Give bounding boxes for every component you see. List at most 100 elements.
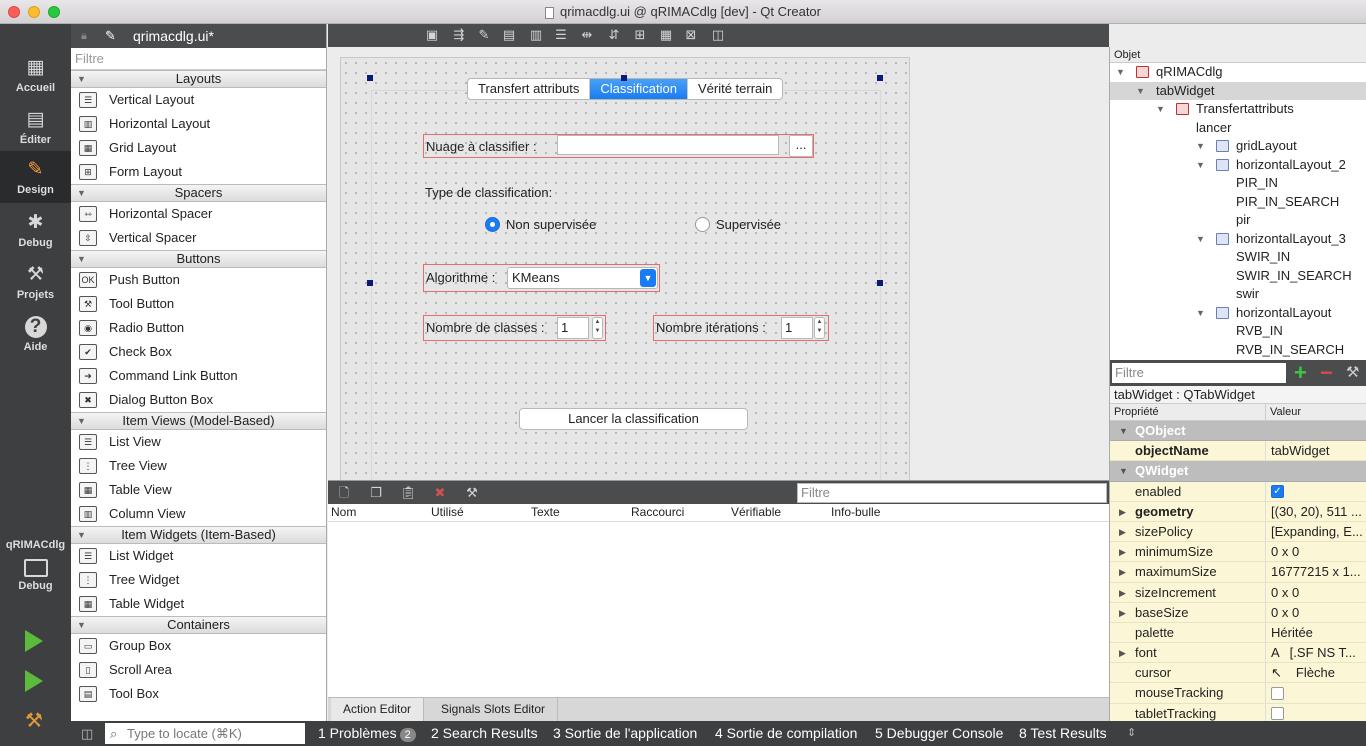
- widget-item[interactable]: ⋮ Tree Widget: [71, 568, 326, 592]
- layout-grid-icon[interactable]: ▦: [658, 27, 674, 43]
- selection-handle[interactable]: [367, 75, 373, 81]
- expand-icon[interactable]: ▼: [1196, 304, 1205, 323]
- edit-tab-order-icon[interactable]: ▤: [501, 27, 517, 43]
- widget-item[interactable]: ⚒ Tool Button: [71, 292, 326, 316]
- browse-button[interactable]: ...: [789, 135, 813, 157]
- object-tree-item[interactable]: RVB_IN_SEARCH: [1110, 341, 1366, 360]
- expand-icon[interactable]: ▼: [1196, 230, 1205, 249]
- tab-action-editor[interactable]: Action Editor: [331, 698, 425, 721]
- widget-item[interactable]: ▦ Table View: [71, 478, 326, 502]
- widget-category[interactable]: ▼ Spacers: [71, 184, 326, 202]
- mode-accueil[interactable]: ▦ Accueil: [0, 49, 71, 101]
- tab-classification[interactable]: Classification: [590, 79, 688, 99]
- property-value[interactable]: 0 x 0: [1265, 542, 1366, 563]
- expand-icon[interactable]: ▼: [1116, 63, 1125, 82]
- property-value[interactable]: A [.SF NS T...: [1265, 643, 1366, 664]
- property-value[interactable]: [1265, 703, 1366, 721]
- widget-item[interactable]: ✔ Check Box: [71, 340, 326, 364]
- break-layout-icon[interactable]: ⊠: [683, 27, 699, 43]
- property-value[interactable]: [1265, 683, 1366, 704]
- expand-icon[interactable]: ▼: [1136, 82, 1145, 101]
- adjust-size-icon[interactable]: ◫: [710, 27, 726, 43]
- col-texte[interactable]: Texte: [531, 504, 560, 521]
- property-row[interactable]: palette Héritée: [1110, 622, 1366, 644]
- pane-compile-output[interactable]: 4 Sortie de compilation: [715, 721, 857, 746]
- widget-item[interactable]: ▥ Horizontal Layout: [71, 112, 326, 136]
- expand-icon[interactable]: ▶: [1119, 502, 1126, 522]
- form-window[interactable]: Transfert attributs Classification Vérit…: [340, 57, 910, 480]
- widget-item[interactable]: ☰ List Widget: [71, 544, 326, 568]
- radio-supervisee[interactable]: [695, 217, 710, 232]
- widget-item[interactable]: OK Push Button: [71, 268, 326, 292]
- widget-item[interactable]: ⇿ Horizontal Spacer: [71, 202, 326, 226]
- property-row[interactable]: tabletTracking: [1110, 703, 1366, 721]
- paste-icon[interactable]: 📋︎: [400, 485, 417, 501]
- delete-icon[interactable]: ✖: [432, 485, 448, 501]
- hammer-icon[interactable]: ⚒: [22, 708, 46, 732]
- widget-item[interactable]: ⋮ Tree View: [71, 454, 326, 478]
- property-group[interactable]: ▼ QObject: [1110, 421, 1366, 442]
- expand-icon[interactable]: ▶: [1119, 603, 1126, 623]
- action-filter-input[interactable]: Filtre: [797, 483, 1107, 503]
- nuage-input[interactable]: [557, 135, 779, 155]
- col-propriete[interactable]: Propriété: [1114, 404, 1159, 421]
- tab-transfert-attributs[interactable]: Transfert attributs: [468, 79, 591, 99]
- mode-projets[interactable]: ⚒ Projets: [0, 256, 71, 308]
- configure-icon[interactable]: ⚒: [1346, 360, 1359, 386]
- pane-problems[interactable]: 1 Problèmes 2: [318, 721, 416, 746]
- object-tree-item[interactable]: swir: [1110, 285, 1366, 304]
- edit-buddies-icon[interactable]: ✎: [476, 27, 492, 43]
- radio-non-supervisee-label[interactable]: Non supervisée: [506, 217, 596, 232]
- classes-spinbox[interactable]: 1: [557, 317, 589, 339]
- object-tree-item[interactable]: ▼ horizontalLayout_3: [1110, 230, 1366, 249]
- locator-input[interactable]: ⌕ Type to locate (⌘K): [105, 723, 305, 744]
- pane-test-results[interactable]: 8 Test Results: [1019, 721, 1107, 746]
- widget-item[interactable]: ⊞ Form Layout: [71, 160, 326, 184]
- widget-item[interactable]: ☰ Vertical Layout: [71, 88, 326, 112]
- widget-item[interactable]: ➔ Command Link Button: [71, 364, 326, 388]
- expand-icon[interactable]: ▶: [1119, 522, 1126, 542]
- property-value[interactable]: 0 x 0: [1265, 602, 1366, 623]
- property-row[interactable]: cursor ↖ Flèche: [1110, 663, 1366, 684]
- classes-stepper[interactable]: ▲ ▼: [592, 317, 603, 339]
- widget-item[interactable]: ▦ Grid Layout: [71, 136, 326, 160]
- property-row[interactable]: ▶ minimumSize 0 x 0: [1110, 542, 1366, 563]
- edit-widgets-icon[interactable]: ▣: [424, 27, 440, 43]
- layout-splitter-v-icon[interactable]: ⇵: [606, 27, 622, 43]
- remove-property-icon[interactable]: −: [1320, 360, 1333, 386]
- layout-horizontal-icon[interactable]: ▥: [528, 27, 544, 43]
- mode-design[interactable]: ✎ Design: [0, 151, 71, 203]
- widget-category[interactable]: ▼ Item Widgets (Item-Based): [71, 526, 326, 544]
- run-icon[interactable]: [25, 630, 43, 652]
- expand-icon[interactable]: ▶: [1119, 643, 1126, 663]
- selection-handle[interactable]: [877, 75, 883, 81]
- layout-vertical-icon[interactable]: ☰: [553, 27, 569, 43]
- object-tree-item[interactable]: ▼ gridLayout: [1110, 137, 1366, 156]
- pane-search-results[interactable]: 2 Search Results: [431, 721, 538, 746]
- property-value[interactable]: [Expanding, E...: [1265, 521, 1366, 542]
- property-value[interactable]: ↖ Flèche: [1265, 663, 1366, 684]
- property-row[interactable]: objectName tabWidget: [1110, 441, 1366, 462]
- edit-signals-icon[interactable]: ⇶: [451, 27, 467, 43]
- col-nom[interactable]: Nom: [331, 504, 356, 521]
- object-tree-item[interactable]: SWIR_IN: [1110, 248, 1366, 267]
- selection-handle[interactable]: [367, 280, 373, 286]
- property-value[interactable]: [(30, 20), 511 ...: [1265, 501, 1366, 522]
- object-tree-item[interactable]: ▼ horizontalLayout_2: [1110, 156, 1366, 175]
- radio-supervisee-label[interactable]: Supervisée: [716, 217, 781, 232]
- object-tree-item[interactable]: ▼ Transfertattributs: [1110, 100, 1366, 119]
- mode-aide[interactable]: ? Aide: [0, 308, 71, 360]
- algo-combo[interactable]: KMeans ▼: [507, 267, 658, 289]
- object-tree-item[interactable]: PIR_IN: [1110, 174, 1366, 193]
- property-value[interactable]: Héritée: [1265, 622, 1366, 643]
- object-tree-item[interactable]: PIR_IN_SEARCH: [1110, 193, 1366, 212]
- new-action-icon[interactable]: 🗋︎: [336, 485, 352, 501]
- run-classification-button[interactable]: Lancer la classification: [519, 408, 748, 430]
- object-tree-item[interactable]: ▼ tabWidget: [1110, 81, 1366, 101]
- iter-stepper[interactable]: ▲ ▼: [814, 317, 825, 339]
- widget-category[interactable]: ▼ Buttons: [71, 250, 326, 268]
- kit-selector[interactable]: qRIMACdlg Debug: [0, 534, 71, 610]
- widget-category[interactable]: ▼ Containers: [71, 616, 326, 634]
- copy-icon[interactable]: ❐: [368, 485, 384, 501]
- iter-spinbox[interactable]: 1: [781, 317, 813, 339]
